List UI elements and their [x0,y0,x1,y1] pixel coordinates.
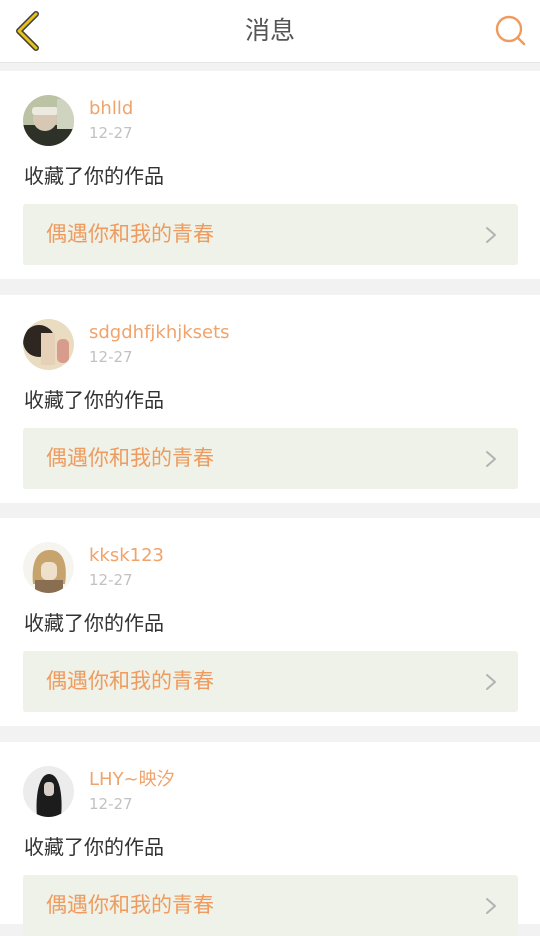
work-link[interactable]: 偶遇你和我的青春 [23,428,518,489]
action-text: 收藏了你的作品 [24,835,164,859]
search-icon [495,15,526,46]
timestamp: 12-27 [89,795,133,813]
work-title: 偶遇你和我的青春 [46,669,214,693]
work-link[interactable]: 偶遇你和我的青春 [23,875,518,936]
work-title: 偶遇你和我的青春 [46,893,214,917]
action-text: 收藏了你的作品 [24,388,164,412]
chevron-right-icon [486,898,496,914]
message-card: LHY~映汐 12-27 收藏了你的作品 偶遇你和我的青春 [0,742,540,936]
action-text: 收藏了你的作品 [24,164,164,188]
timestamp: 12-27 [89,124,133,142]
timestamp: 12-27 [89,348,133,366]
work-title: 偶遇你和我的青春 [46,446,214,470]
user-name[interactable]: bhlld [89,98,133,120]
work-link[interactable]: 偶遇你和我的青春 [23,651,518,712]
message-card: bhlld 12-27 收藏了你的作品 偶遇你和我的青春 [0,71,540,279]
avatar[interactable] [23,542,74,593]
work-link[interactable]: 偶遇你和我的青春 [23,204,518,265]
avatar[interactable] [23,766,74,817]
action-text: 收藏了你的作品 [24,611,164,635]
work-title: 偶遇你和我的青春 [46,222,214,246]
chevron-right-icon [486,674,496,690]
avatar[interactable] [23,95,74,146]
user-name[interactable]: sdgdhfjkhjksets [89,322,230,344]
page-title: 消息 [244,16,295,45]
user-name[interactable]: LHY~映汐 [89,769,175,791]
chevron-right-icon [486,227,496,243]
message-card: kksk123 12-27 收藏了你的作品 偶遇你和我的青春 [0,518,540,726]
avatar[interactable] [23,319,74,370]
chevron-right-icon [486,451,496,467]
timestamp: 12-27 [89,571,133,589]
user-name[interactable]: kksk123 [89,545,164,567]
search-button[interactable] [492,12,530,50]
message-card: sdgdhfjkhjksets 12-27 收藏了你的作品 偶遇你和我的青春 [0,295,540,503]
top-nav-bar: 消息 [0,0,540,63]
